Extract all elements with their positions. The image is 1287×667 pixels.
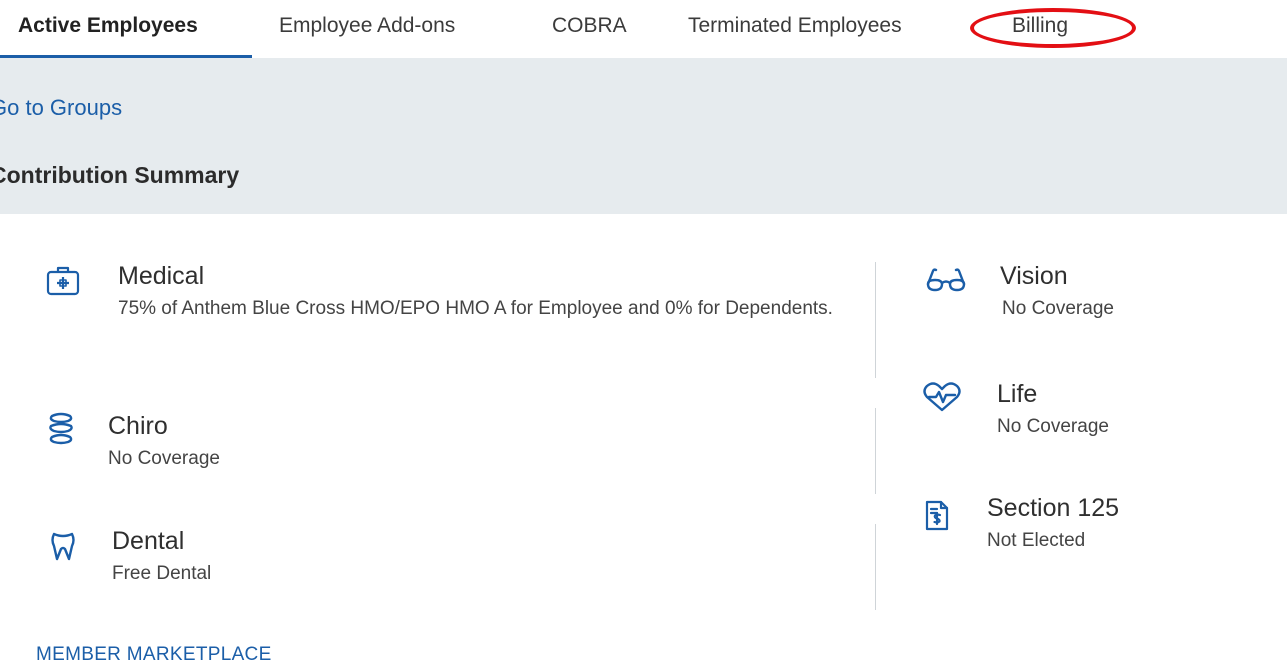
coverage-medical: Medical 75% of Anthem Blue Cross HMO/EPO…	[46, 262, 876, 352]
medical-kit-icon	[46, 264, 80, 296]
column-divider	[875, 524, 876, 610]
coverage-name: Section 125	[987, 494, 1120, 522]
coverage-description: Not Elected	[987, 530, 1086, 551]
header-band	[0, 58, 1287, 214]
coverage-name: Dental	[112, 527, 185, 555]
coverage-dental: Dental Free Dental	[50, 527, 450, 597]
coverage-description: 75% of Anthem Blue Cross HMO/EPO HMO A f…	[118, 298, 833, 319]
tab-cobra[interactable]: COBRA	[552, 14, 627, 38]
coverage-life: Life No Coverage	[922, 378, 1262, 448]
dollar-document-icon	[924, 500, 950, 532]
coverage-description: No Coverage	[108, 448, 220, 469]
coverage-description: Free Dental	[112, 563, 212, 584]
heartbeat-icon	[922, 382, 962, 412]
coverage-name: Medical	[118, 262, 205, 290]
glasses-icon	[926, 268, 966, 292]
member-marketplace-link[interactable]: MEMBER MARKETPLACE	[36, 644, 272, 666]
column-divider	[875, 262, 876, 378]
go-to-groups-link[interactable]: Go to Groups	[0, 95, 122, 121]
column-divider	[875, 408, 876, 494]
coverage-description: No Coverage	[997, 416, 1109, 437]
tab-billing[interactable]: Billing	[1012, 14, 1068, 38]
spine-icon	[46, 412, 76, 446]
coverage-name: Vision	[1000, 262, 1068, 290]
coverage-name: Chiro	[108, 412, 168, 440]
tab-employee-add-ons[interactable]: Employee Add-ons	[279, 14, 455, 38]
coverage-chiro: Chiro No Coverage	[46, 410, 446, 480]
coverage-name: Life	[997, 380, 1038, 408]
page-title: Contribution Summary	[0, 162, 240, 188]
coverage-description: No Coverage	[1002, 298, 1114, 319]
coverage-section-125: Section 125 Not Elected	[924, 494, 1264, 564]
tooth-icon	[50, 531, 76, 561]
tab-bar: Active Employees Employee Add-ons COBRA …	[0, 0, 1287, 59]
coverage-vision: Vision No Coverage	[926, 262, 1266, 332]
tab-terminated-employees[interactable]: Terminated Employees	[688, 14, 902, 38]
tab-active-employees[interactable]: Active Employees	[18, 14, 198, 38]
